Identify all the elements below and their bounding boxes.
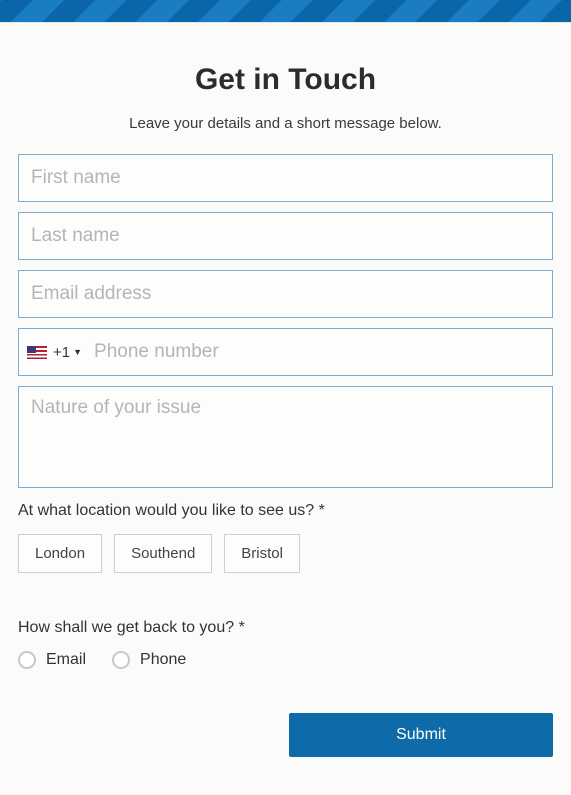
last-name-input[interactable] xyxy=(18,212,553,260)
contact-radio-email[interactable]: Email xyxy=(18,651,86,669)
submit-button[interactable]: Submit xyxy=(289,713,553,757)
location-chip-london[interactable]: London xyxy=(18,534,102,573)
radio-circle-icon xyxy=(18,651,36,669)
dial-code[interactable]: +1 xyxy=(53,344,70,361)
contact-radio-phone[interactable]: Phone xyxy=(112,651,186,669)
location-question-label: At what location would you like to see u… xyxy=(18,502,553,520)
message-textarea[interactable] xyxy=(18,386,553,488)
radio-circle-icon xyxy=(112,651,130,669)
phone-field-wrapper: +1 ▼ xyxy=(18,328,553,376)
page-subtitle: Leave your details and a short message b… xyxy=(18,115,553,132)
first-name-input[interactable] xyxy=(18,154,553,202)
location-chip-southend[interactable]: Southend xyxy=(114,534,212,573)
page-title: Get in Touch xyxy=(18,63,553,97)
phone-input[interactable] xyxy=(94,329,544,375)
email-input[interactable] xyxy=(18,270,553,318)
submit-row: Submit xyxy=(18,713,553,757)
contact-form-page: Get in Touch Leave your details and a sh… xyxy=(0,22,571,795)
contact-radio-email-label: Email xyxy=(46,651,86,669)
decorative-stripe-header xyxy=(0,0,571,22)
contact-radio-phone-label: Phone xyxy=(140,651,186,669)
chevron-down-icon[interactable]: ▼ xyxy=(73,347,82,357)
location-chip-group: London Southend Bristol xyxy=(18,534,553,573)
location-chip-bristol[interactable]: Bristol xyxy=(224,534,300,573)
us-flag-icon[interactable] xyxy=(27,346,47,359)
contact-radio-group: Email Phone xyxy=(18,651,553,669)
contact-question-label: How shall we get back to you? * xyxy=(18,619,553,637)
